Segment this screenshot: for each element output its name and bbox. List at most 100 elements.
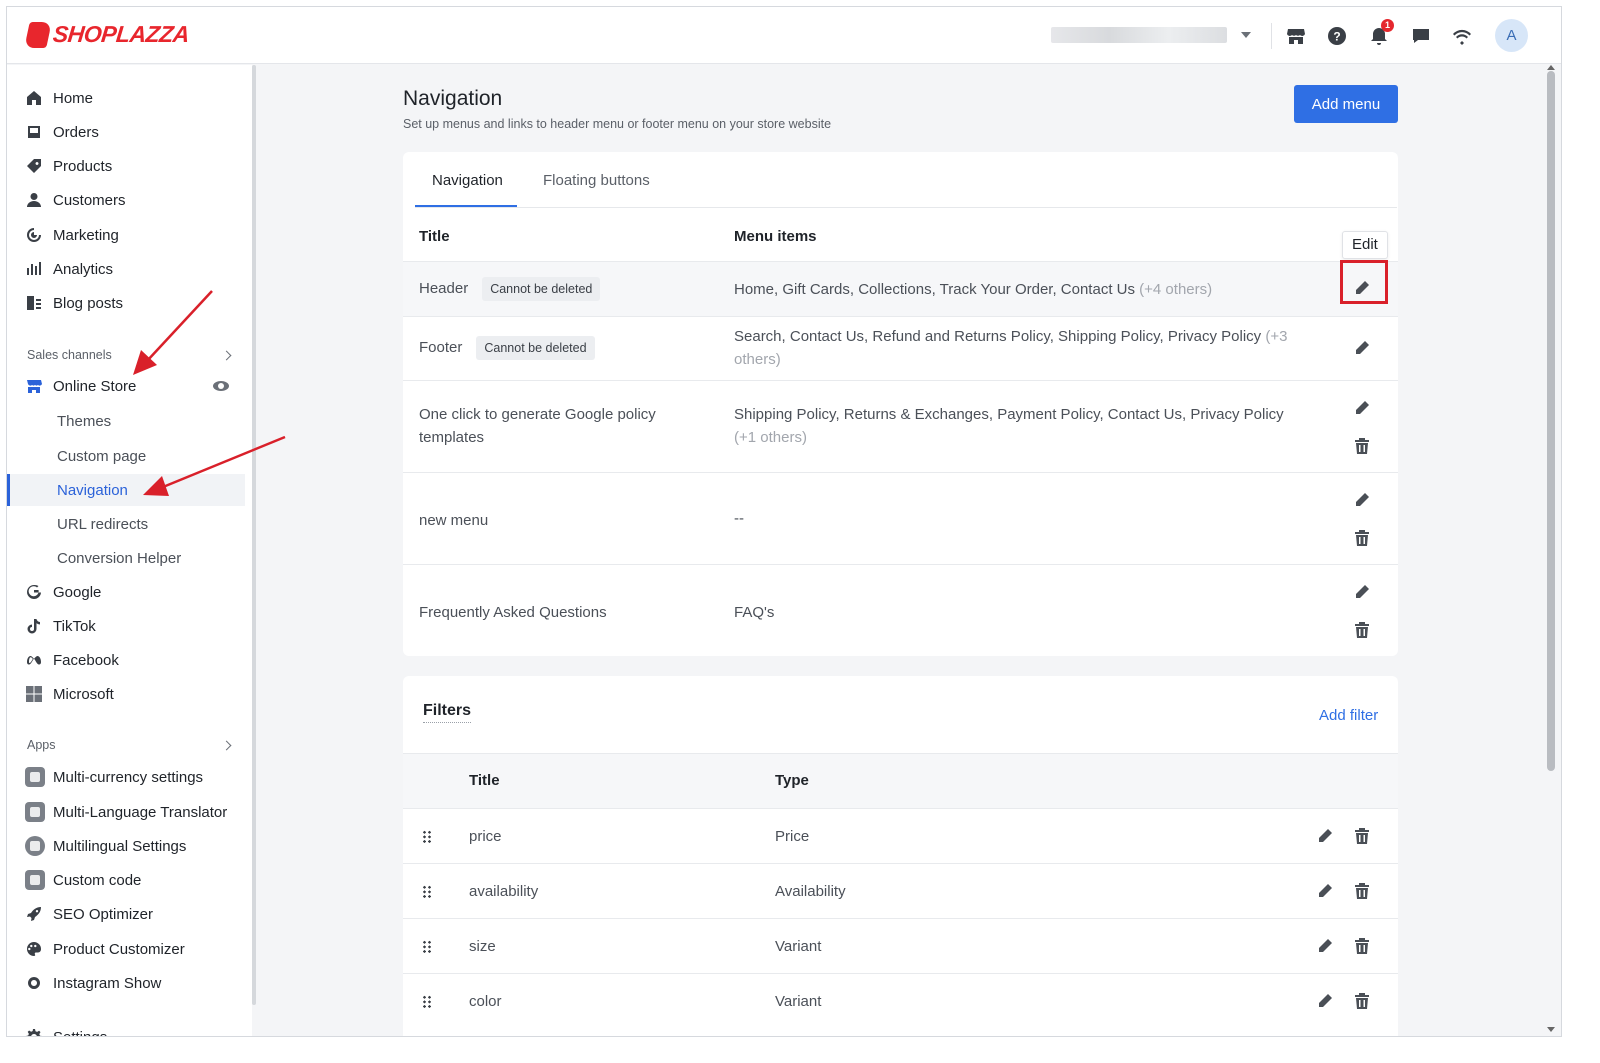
sidebar-item-label: Customers: [53, 191, 126, 209]
table-row[interactable]: color Variant: [403, 973, 1398, 1028]
sidebar-app-multilingual-settings[interactable]: Multilingual Settings: [7, 831, 245, 861]
sidebar-item-customers[interactable]: Customers: [7, 185, 245, 215]
storefront-icon[interactable]: [1285, 25, 1307, 47]
drag-handle-icon[interactable]: [422, 885, 432, 899]
menu-items-cell: Search, Contact Us, Refund and Returns P…: [734, 325, 1294, 371]
sidebar: Home Orders Products Customers Marketing…: [7, 65, 252, 1036]
sidebar-app-product-customizer[interactable]: Product Customizer: [7, 934, 245, 964]
trash-icon[interactable]: [1353, 437, 1371, 455]
sidebar-item-custom-page[interactable]: Custom page: [7, 440, 245, 472]
chevron-right-icon[interactable]: [221, 740, 232, 751]
sidebar-app-instagram-show[interactable]: Instagram Show: [7, 968, 245, 998]
sidebar-item-online-store[interactable]: Online Store: [7, 371, 245, 401]
sidebar-item-google[interactable]: Google: [7, 577, 245, 607]
trash-icon[interactable]: [1353, 827, 1371, 845]
table-row[interactable]: Footer Cannot be deleted Search, Contact …: [403, 316, 1398, 380]
menu-items-text: Home, Gift Cards, Collections, Track You…: [734, 281, 1135, 298]
eye-icon[interactable]: [213, 381, 229, 391]
sidebar-item-label: Facebook: [53, 651, 119, 669]
table-row[interactable]: Frequently Asked Questions FAQ's: [403, 564, 1398, 656]
pencil-icon[interactable]: [1316, 827, 1334, 845]
column-header-menu-items: Menu items: [734, 228, 817, 245]
sidebar-item-themes[interactable]: Themes: [7, 405, 245, 437]
bar-chart-icon: [25, 260, 43, 278]
chevron-right-icon[interactable]: [221, 350, 232, 361]
trash-icon[interactable]: [1353, 992, 1371, 1010]
storefront-icon: [25, 377, 43, 395]
drag-handle-icon[interactable]: [422, 940, 432, 954]
sidebar-item-label: Orders: [53, 123, 99, 141]
tab-floating-buttons[interactable]: Floating buttons: [543, 172, 650, 189]
add-menu-button[interactable]: Add menu: [1294, 85, 1398, 123]
drag-handle-icon[interactable]: [422, 830, 432, 844]
navigation-card: Navigation Floating buttons Title Menu i…: [403, 152, 1398, 656]
sidebar-item-blog-posts[interactable]: Blog posts: [7, 288, 245, 318]
chat-icon[interactable]: [1410, 25, 1432, 47]
google-icon: [25, 583, 43, 601]
tab-navigation[interactable]: Navigation: [432, 172, 503, 189]
sidebar-item-label: Custom code: [53, 871, 142, 889]
trash-icon[interactable]: [1353, 882, 1371, 900]
table-row[interactable]: price Price: [403, 808, 1398, 863]
pencil-icon[interactable]: [1353, 583, 1371, 601]
sidebar-item-home[interactable]: Home: [7, 83, 245, 113]
sidebar-item-label: Google: [53, 583, 102, 601]
shoplazza-logo[interactable]: SHOPLAZZA: [24, 21, 191, 48]
menu-title: Header: [419, 280, 469, 297]
chevron-down-icon[interactable]: [1241, 32, 1251, 38]
sidebar-item-settings[interactable]: Settings: [7, 1022, 245, 1036]
sidebar-item-label: Home: [53, 89, 94, 107]
menu-items-text: --: [734, 510, 744, 527]
sidebar-item-tiktok[interactable]: TikTok: [7, 611, 245, 641]
add-filter-link[interactable]: Add filter: [1319, 707, 1378, 724]
sidebar-app-custom-code[interactable]: Custom code: [7, 865, 245, 895]
table-row[interactable]: One click to generate Google policy temp…: [403, 380, 1398, 472]
blog-icon: [25, 294, 43, 312]
scroll-up-arrow-icon[interactable]: [1547, 65, 1555, 70]
app-window: SHOPLAZZA ? 1 A Home Orders Products Cus…: [6, 6, 1562, 1037]
top-bar: SHOPLAZZA ? 1 A: [7, 7, 1561, 64]
scroll-down-arrow-icon[interactable]: [1547, 1027, 1555, 1032]
sidebar-item-products[interactable]: Products: [7, 151, 245, 181]
table-row[interactable]: availability Availability: [403, 863, 1398, 918]
pencil-icon[interactable]: [1353, 399, 1371, 417]
sidebar-item-analytics[interactable]: Analytics: [7, 254, 245, 284]
help-icon[interactable]: ?: [1326, 25, 1348, 47]
table-row[interactable]: Header Cannot be deleted Home, Gift Cards…: [403, 261, 1398, 316]
store-selector[interactable]: [1051, 27, 1227, 43]
page-title: Navigation: [403, 87, 503, 110]
sidebar-item-url-redirects[interactable]: URL redirects: [7, 508, 245, 540]
sidebar-app-seo-optimizer[interactable]: SEO Optimizer: [7, 899, 245, 929]
sidebar-item-orders[interactable]: Orders: [7, 117, 245, 147]
sidebar-app-multi-language-translator[interactable]: Multi-Language Translator: [7, 797, 245, 827]
sidebar-item-microsoft[interactable]: Microsoft: [7, 679, 245, 709]
sidebar-item-marketing[interactable]: Marketing: [7, 220, 245, 250]
sidebar-item-label: Multi-Language Translator: [53, 803, 228, 821]
filters-header-row: Title Type: [403, 753, 1398, 808]
pencil-icon[interactable]: [1353, 491, 1371, 509]
pencil-icon[interactable]: [1353, 339, 1371, 357]
sidebar-scrollbar[interactable]: [252, 65, 256, 1005]
pencil-icon[interactable]: [1316, 992, 1334, 1010]
menu-title-cell: Footer Cannot be deleted: [419, 336, 595, 361]
sidebar-item-label: URL redirects: [57, 515, 149, 533]
pencil-icon[interactable]: [1316, 882, 1334, 900]
pencil-icon[interactable]: [1353, 279, 1371, 297]
sidebar-app-multi-currency[interactable]: Multi-currency settings: [7, 762, 245, 792]
sidebar-item-facebook[interactable]: Facebook: [7, 645, 245, 675]
sidebar-item-label: Microsoft: [53, 685, 114, 703]
main-scrollbar[interactable]: [1547, 71, 1555, 771]
sidebar-item-navigation[interactable]: Navigation: [7, 474, 245, 506]
trash-icon[interactable]: [1353, 621, 1371, 639]
wifi-icon[interactable]: [1451, 25, 1473, 47]
avatar[interactable]: A: [1495, 19, 1528, 52]
table-row[interactable]: size Variant: [403, 918, 1398, 973]
pencil-icon[interactable]: [1316, 937, 1334, 955]
sidebar-item-conversion-helper[interactable]: Conversion Helper: [7, 542, 245, 574]
trash-icon[interactable]: [1353, 529, 1371, 547]
logo-text: SHOPLAZZA: [51, 21, 191, 47]
filter-type: Availability: [775, 883, 846, 900]
trash-icon[interactable]: [1353, 937, 1371, 955]
table-row[interactable]: new menu --: [403, 472, 1398, 564]
drag-handle-icon[interactable]: [422, 995, 432, 1009]
